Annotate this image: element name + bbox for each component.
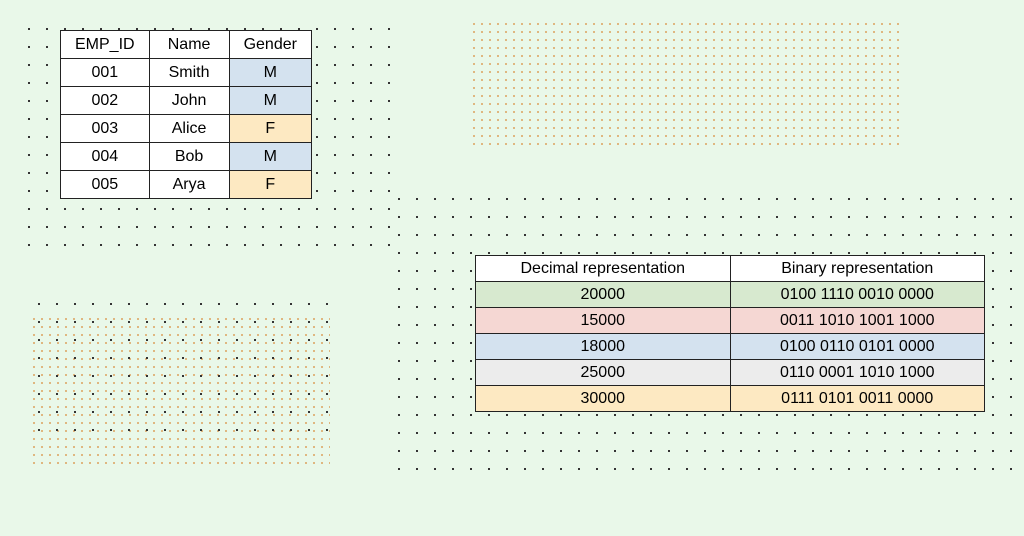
cell-binary: 0110 0001 1010 1000 <box>730 360 985 386</box>
col-header-binary: Binary representation <box>730 256 985 282</box>
cell-decimal: 15000 <box>476 308 731 334</box>
cell-name: Arya <box>149 171 229 199</box>
col-header-name: Name <box>149 31 229 59</box>
cell-binary: 0100 0110 0101 0000 <box>730 334 985 360</box>
table-row: 18000 0100 0110 0101 0000 <box>476 334 985 360</box>
cell-decimal: 18000 <box>476 334 731 360</box>
table-header-row: EMP_ID Name Gender <box>61 31 312 59</box>
cell-empid: 005 <box>61 171 150 199</box>
cell-empid: 003 <box>61 115 150 143</box>
cell-empid: 001 <box>61 59 150 87</box>
cell-decimal: 20000 <box>476 282 731 308</box>
table-row: 30000 0111 0101 0011 0000 <box>476 386 985 412</box>
employee-table: EMP_ID Name Gender 001 Smith M 002 John … <box>60 30 312 199</box>
cell-empid: 002 <box>61 87 150 115</box>
dot-pattern-orange <box>470 20 900 150</box>
table-row: 001 Smith M <box>61 59 312 87</box>
cell-name: Smith <box>149 59 229 87</box>
table-row: 25000 0110 0001 1010 1000 <box>476 360 985 386</box>
cell-binary: 0100 1110 0010 0000 <box>730 282 985 308</box>
cell-binary: 0111 0101 0011 0000 <box>730 386 985 412</box>
cell-binary: 0011 1010 1001 1000 <box>730 308 985 334</box>
cell-name: Alice <box>149 115 229 143</box>
cell-empid: 004 <box>61 143 150 171</box>
table-row: 002 John M <box>61 87 312 115</box>
table-row: 20000 0100 1110 0010 0000 <box>476 282 985 308</box>
col-header-empid: EMP_ID <box>61 31 150 59</box>
col-header-decimal: Decimal representation <box>476 256 731 282</box>
cell-gender: M <box>229 59 311 87</box>
table-row: 003 Alice F <box>61 115 312 143</box>
cell-decimal: 25000 <box>476 360 731 386</box>
dot-pattern-dark <box>30 295 330 445</box>
cell-gender: M <box>229 143 311 171</box>
cell-decimal: 30000 <box>476 386 731 412</box>
col-header-gender: Gender <box>229 31 311 59</box>
table-row: 005 Arya F <box>61 171 312 199</box>
cell-name: Bob <box>149 143 229 171</box>
table-row: 15000 0011 1010 1001 1000 <box>476 308 985 334</box>
cell-name: John <box>149 87 229 115</box>
cell-gender: M <box>229 87 311 115</box>
cell-gender: F <box>229 171 311 199</box>
table-header-row: Decimal representation Binary representa… <box>476 256 985 282</box>
table-row: 004 Bob M <box>61 143 312 171</box>
cell-gender: F <box>229 115 311 143</box>
binary-table: Decimal representation Binary representa… <box>475 255 985 412</box>
